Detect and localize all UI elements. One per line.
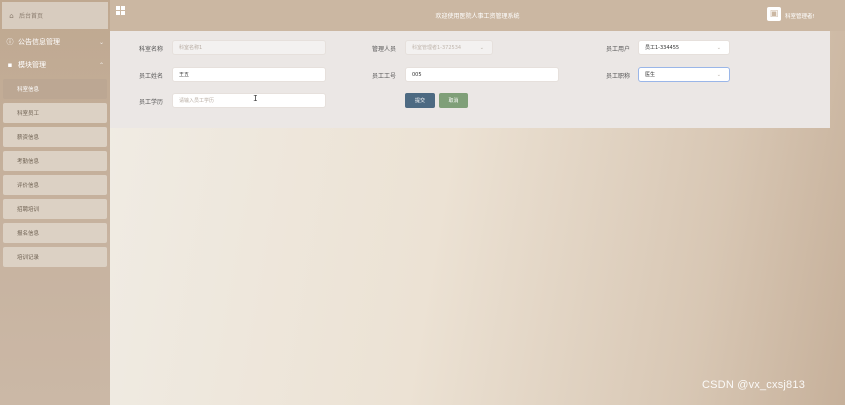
- submit-button[interactable]: 提交: [405, 93, 435, 108]
- menu-notice-label: 公告信息管理: [18, 38, 60, 46]
- manager-value: 科室管理者1-372534: [412, 45, 462, 51]
- main-content: 科室名称 科室名称1 管理人员 科室管理者1-372534 ⌄ 员工用户 员工1…: [110, 31, 845, 405]
- staff-title-label: 员工职称: [606, 73, 631, 80]
- sidebar-item-dept-info[interactable]: 科室信息: [3, 79, 107, 99]
- staff-id-input[interactable]: 005: [405, 67, 559, 82]
- home-label: 后台首页: [19, 13, 44, 20]
- user-avatar-icon[interactable]: ▣: [767, 7, 781, 21]
- staff-id-value: 005: [412, 71, 422, 78]
- sidebar-item-attendance[interactable]: 考勤信息: [3, 151, 107, 171]
- sidebar-item-dept-staff[interactable]: 科室员工: [3, 103, 107, 123]
- dept-name-label: 科室名称: [139, 46, 164, 53]
- sidebar-item-label: 科室信息: [17, 87, 40, 93]
- chevron-down-icon: ⌄: [716, 71, 721, 78]
- dept-form: 科室名称 科室名称1 管理人员 科室管理者1-372534 ⌄ 员工用户 员工1…: [110, 31, 830, 128]
- system-title: 欢迎使用医院人事工资管理系统: [435, 13, 520, 20]
- sidebar-item-label: 报名信息: [17, 231, 40, 237]
- staff-title-value: 医生: [645, 72, 656, 78]
- sidebar-item-training-records[interactable]: 培训记录: [3, 247, 107, 267]
- sidebar-item-label: 考勤信息: [17, 159, 40, 165]
- staff-name-label: 员工姓名: [139, 73, 164, 80]
- sidebar-item-label: 科室员工: [17, 111, 40, 117]
- staff-name-value: 王五: [179, 72, 190, 78]
- grid-icon: ▪: [7, 61, 13, 69]
- dept-name-input[interactable]: 科室名称1: [172, 40, 326, 55]
- manager-label: 管理人员: [372, 46, 397, 53]
- sidebar-item-registration[interactable]: 报名信息: [3, 223, 107, 243]
- staff-edu-input[interactable]: 请输入员工学历: [172, 93, 326, 108]
- staff-name-input[interactable]: 王五: [172, 67, 326, 82]
- sidebar-item-label: 薪资信息: [17, 135, 40, 141]
- sidebar-item-label: 培训记录: [17, 255, 40, 261]
- sidebar: ⌂ 后台首页 ⓘ 公告信息管理 ⌄ ▪ 模块管理 ⌃ 科室信息 科室员工 薪资信…: [0, 0, 110, 405]
- staff-account-value: 员工1-334455: [645, 45, 680, 51]
- chevron-down-icon: ⌄: [479, 44, 484, 51]
- info-circle-icon: ⓘ: [6, 38, 14, 46]
- home-link[interactable]: ⌂ 后台首页: [2, 2, 108, 29]
- menu-module-label: 模块管理: [18, 61, 46, 69]
- top-header: 欢迎使用医院人事工资管理系统 ▣ 科室管理者!: [110, 0, 845, 31]
- chevron-up-icon: ⌃: [98, 61, 104, 69]
- staff-title-select[interactable]: 医生 ⌄: [638, 67, 730, 82]
- cancel-button[interactable]: 取消: [439, 93, 468, 108]
- staff-account-label: 员工用户: [606, 46, 631, 53]
- user-label[interactable]: 科室管理者!: [785, 12, 815, 20]
- sidebar-item-label: 评价信息: [17, 183, 40, 189]
- menu-module-management[interactable]: ▪ 模块管理 ⌃: [0, 54, 110, 76]
- staff-account-select[interactable]: 员工1-334455 ⌄: [638, 40, 730, 55]
- text-cursor-icon: I: [253, 94, 258, 103]
- watermark: CSDN @vx_cxsj813: [702, 379, 806, 391]
- sidebar-item-salary[interactable]: 薪资信息: [3, 127, 107, 147]
- chevron-down-icon: ⌄: [716, 44, 721, 51]
- sidebar-item-recruit-training[interactable]: 招聘培训: [3, 199, 107, 219]
- staff-id-label: 员工工号: [372, 73, 397, 80]
- sidebar-item-label: 招聘培训: [17, 207, 40, 213]
- menu-notice-management[interactable]: ⓘ 公告信息管理 ⌄: [0, 31, 110, 53]
- chevron-down-icon: ⌄: [98, 38, 104, 46]
- sidebar-item-evaluation[interactable]: 评价信息: [3, 175, 107, 195]
- staff-edu-label: 员工学历: [139, 99, 164, 106]
- dept-name-placeholder: 科室名称1: [179, 45, 203, 51]
- home-icon: ⌂: [9, 11, 14, 20]
- staff-edu-placeholder: 请输入员工学历: [179, 98, 215, 104]
- manager-select[interactable]: 科室管理者1-372534 ⌄: [405, 40, 493, 55]
